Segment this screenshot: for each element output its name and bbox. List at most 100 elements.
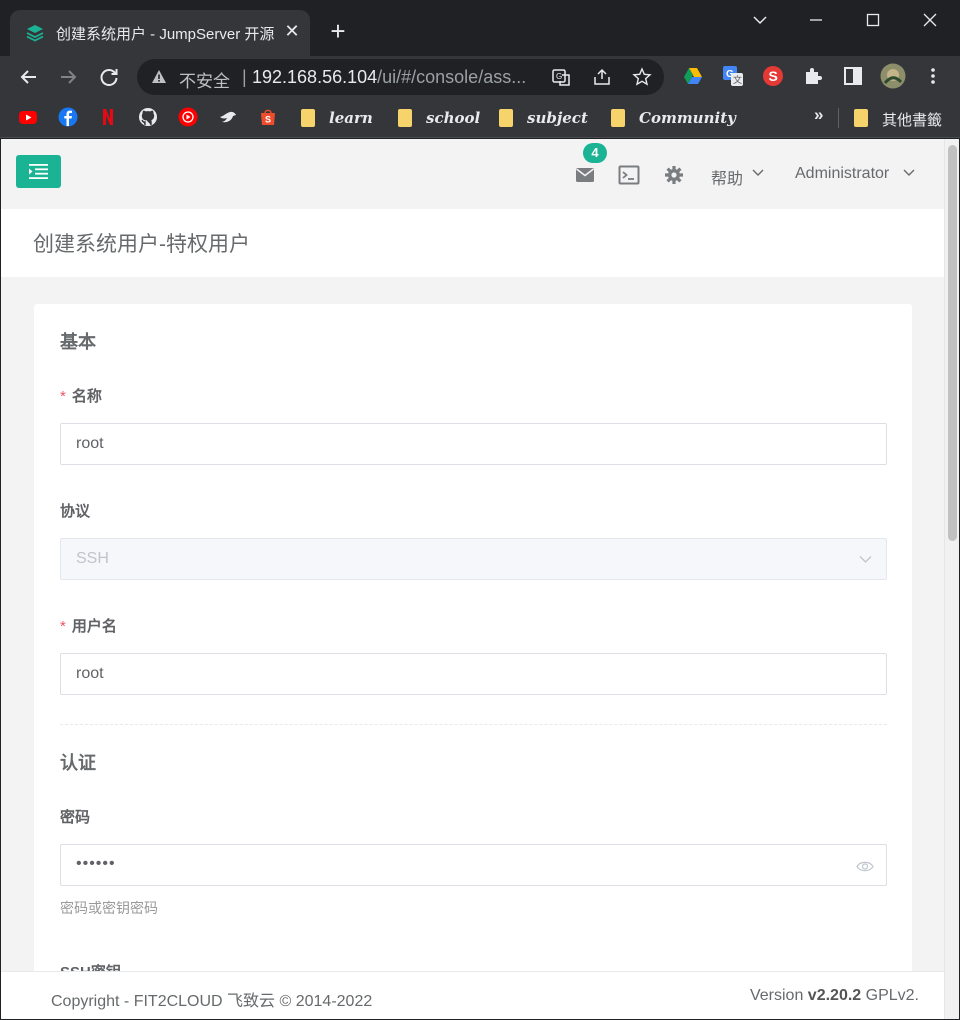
- window-close-icon[interactable]: [910, 8, 950, 32]
- address-bar[interactable]: 不安全 | 192.168.56.104/ui/#/console/ass...…: [137, 59, 664, 95]
- page-scrollbar[interactable]: [944, 139, 959, 1019]
- sidebar-toggle-button[interactable]: [16, 155, 61, 188]
- mail-count-badge: 4: [583, 143, 607, 163]
- tab-close-icon[interactable]: ✕: [282, 21, 302, 41]
- browser-toolbar: 不安全 | 192.168.56.104/ui/#/console/ass...…: [0, 56, 960, 98]
- show-password-eye-icon[interactable]: [856, 860, 874, 873]
- version-number: v2.20.2: [807, 987, 862, 1004]
- help-chevron-down-icon[interactable]: [752, 169, 764, 177]
- jumpserver-logo-icon: [26, 25, 44, 42]
- user-chevron-down-icon[interactable]: [903, 169, 915, 177]
- username-input[interactable]: root: [60, 653, 887, 695]
- translate-icon[interactable]: G: [551, 67, 571, 87]
- page-title: 创建系统用户-特权用户: [33, 233, 250, 256]
- back-arrow-icon[interactable]: [16, 64, 42, 90]
- youtube-icon[interactable]: [18, 107, 38, 127]
- name-label-text: 名称: [71, 388, 102, 405]
- bookmark-star-icon[interactable]: [632, 67, 652, 87]
- extensions-puzzle-icon[interactable]: [802, 65, 824, 87]
- section-basic-title: 基本: [60, 332, 96, 352]
- netflix-icon[interactable]: [98, 107, 118, 127]
- name-input-value: root: [76, 435, 104, 452]
- required-mark: *: [60, 388, 66, 405]
- github-icon[interactable]: [138, 107, 158, 127]
- web-terminal-icon[interactable]: [618, 164, 640, 186]
- page-footer: Copyright - FIT2CLOUD 飞致云 © 2014-2022 Ve…: [1, 971, 944, 1019]
- bookmark-folder-label: Community: [639, 109, 736, 127]
- other-bookmarks-label: 其他書籤: [882, 112, 943, 129]
- form-card: 基本 * 名称 root 协议 SSH * 用户名 root 认证 密码 •••••…: [34, 304, 912, 1019]
- scrollbar-thumb[interactable]: [948, 145, 957, 541]
- profile-avatar-icon[interactable]: [880, 63, 906, 89]
- bookmarks-divider: [838, 108, 839, 128]
- forward-arrow-icon[interactable]: [55, 64, 81, 90]
- omnibox-separator: |: [242, 67, 247, 87]
- password-input-value: ••••••: [76, 855, 116, 872]
- required-mark: *: [60, 618, 66, 635]
- page-viewport: 4 帮助 Administrator 创建系统用户-特权用户 基本 * 名称 r…: [1, 139, 959, 1019]
- version-text: Version v2.20.2 GPLv2.: [750, 987, 919, 1005]
- name-field-label: * 名称: [60, 385, 102, 406]
- not-secure-warning-icon[interactable]: [151, 69, 167, 85]
- settings-gear-icon[interactable]: [663, 164, 685, 186]
- side-panel-icon[interactable]: [842, 65, 864, 87]
- folder-icon: [301, 109, 315, 127]
- password-input[interactable]: ••••••: [60, 844, 887, 886]
- user-menu[interactable]: Administrator: [795, 165, 889, 183]
- browser-tab-active[interactable]: 创建系统用户 - JumpServer 开源 ✕: [10, 10, 310, 56]
- svg-text:S: S: [265, 115, 271, 125]
- chrome-menu-icon[interactable]: [922, 65, 944, 87]
- username-label-text: 用户名: [71, 618, 117, 635]
- folder-icon: [499, 109, 513, 127]
- s-extension-icon[interactable]: S: [762, 65, 784, 87]
- browser-titlebar: 创建系统用户 - JumpServer 开源 ✕ +: [0, 0, 960, 56]
- folder-icon: [854, 109, 868, 127]
- maximize-icon[interactable]: [853, 8, 893, 32]
- bird-icon[interactable]: [218, 107, 238, 127]
- shopee-icon[interactable]: S: [258, 107, 278, 127]
- tab-title: 创建系统用户 - JumpServer 开源: [56, 26, 275, 43]
- youtube-music-icon[interactable]: [178, 107, 198, 127]
- copyright-text: Copyright - FIT2CLOUD 飞致云 © 2014-2022: [51, 993, 373, 1010]
- not-secure-label[interactable]: 不安全: [179, 67, 230, 92]
- bookmark-folder-label: school: [426, 109, 481, 127]
- new-tab-icon[interactable]: +: [326, 18, 350, 44]
- share-icon[interactable]: [592, 67, 612, 87]
- name-input[interactable]: root: [60, 423, 887, 465]
- bookmarks-bar: S learn school subject Community » 其他書籤: [0, 98, 960, 138]
- help-menu[interactable]: 帮助: [711, 165, 743, 189]
- tab-search-chevron-icon[interactable]: [740, 8, 780, 32]
- reload-icon[interactable]: [96, 64, 122, 90]
- password-field-label: 密码: [60, 809, 91, 826]
- minimize-icon[interactable]: [796, 8, 836, 32]
- url-text[interactable]: 192.168.56.104/ui/#/console/ass...: [252, 67, 526, 88]
- google-translate-icon[interactable]: G 文: [722, 65, 744, 87]
- mail-envelope-icon[interactable]: [574, 164, 596, 186]
- section-divider: [60, 724, 887, 725]
- url-path: /ui/#/console/ass...: [377, 67, 527, 87]
- protocol-select: SSH: [60, 538, 887, 580]
- menu-indent-icon: [29, 164, 48, 179]
- svg-text:G: G: [556, 72, 562, 81]
- google-drive-icon[interactable]: [682, 65, 704, 87]
- username-field-label: * 用户名: [60, 615, 117, 636]
- version-prefix: Version: [749, 987, 804, 1004]
- folder-icon: [398, 109, 412, 127]
- folder-icon: [611, 109, 625, 127]
- section-auth-title: 认证: [60, 753, 96, 773]
- username-input-value: root: [76, 665, 104, 682]
- svg-text:S: S: [769, 68, 778, 84]
- license-text: GPLv2.: [865, 987, 919, 1004]
- bookmark-folder-label: learn: [329, 109, 373, 127]
- url-host: 192.168.56.104: [252, 67, 378, 87]
- page-heading-bar: 创建系统用户-特权用户: [1, 209, 944, 277]
- password-help-text: 密码或密钥密码: [60, 900, 158, 916]
- protocol-field-label: 协议: [60, 503, 91, 520]
- svg-text:文: 文: [733, 74, 742, 86]
- protocol-select-value: SSH: [76, 550, 109, 567]
- bookmarks-overflow-button[interactable]: »: [814, 105, 823, 125]
- select-chevron-down-icon: [859, 556, 872, 563]
- bookmark-folder-label: subject: [527, 109, 588, 127]
- top-navbar: 4 帮助 Administrator: [1, 139, 944, 209]
- facebook-icon[interactable]: [58, 107, 78, 127]
